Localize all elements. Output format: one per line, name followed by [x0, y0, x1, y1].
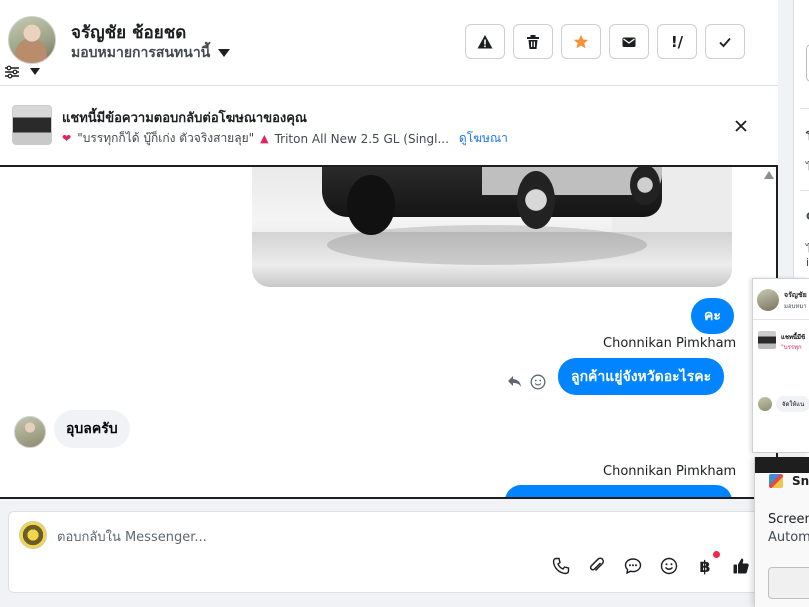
- smiley-icon: [660, 557, 678, 575]
- notification-action-button[interactable]: [768, 567, 809, 599]
- contact-avatar[interactable]: [8, 16, 56, 64]
- conversation-header: จรัญชัย ช้อยชด มอบหมายการสนทนานี้ !/: [0, 0, 778, 86]
- snipping-tool-icon: [769, 474, 783, 488]
- ad-thumbnail[interactable]: [12, 105, 52, 145]
- heart-icon: ❤: [62, 132, 72, 145]
- car-icon: ▲: [260, 132, 269, 145]
- sender-name: Chonnikan Pimkham: [603, 336, 737, 351]
- envelope-icon: [622, 37, 636, 47]
- outgoing-message-partial[interactable]: [505, 485, 732, 497]
- like-button[interactable]: [732, 557, 750, 575]
- chat-bubble-icon: [624, 558, 642, 575]
- mini-assign-label: มอบหมา: [784, 303, 807, 310]
- mark-done-button[interactable]: [705, 24, 745, 59]
- ad-car-text: Triton All New 2.5 GL (Singl...: [274, 131, 449, 146]
- mini-chat-window[interactable]: จรัญชัย ช้ มอบหมา แชทนี้มีข้ "บรรทุก จัด…: [752, 278, 809, 453]
- mini-message-avatar: [758, 397, 772, 411]
- emoji-reaction-icon[interactable]: [530, 374, 546, 390]
- contact-avatar-small[interactable]: [14, 416, 46, 448]
- page-avatar: [19, 521, 47, 549]
- incoming-message[interactable]: อุบลครับ: [54, 410, 130, 448]
- star-icon: [573, 34, 589, 48]
- mini-contact-avatar: [757, 289, 779, 311]
- composer-area: ตอบกลับใน Messenger... ฿: [0, 499, 778, 607]
- outgoing-message[interactable]: คะ: [691, 298, 734, 334]
- mini-ad-thumbnail: [758, 331, 776, 349]
- mini-incoming-message: จัดให้แน: [776, 396, 809, 412]
- ad-reply-banner: แชทนี้มีข้อความตอบกลับต่อโฆษณาของคุณ ❤ "…: [0, 87, 778, 165]
- ad-banner-title: แชทนี้มีข้อความตอบกลับต่อโฆษณาของคุณ: [62, 111, 307, 126]
- emoji-button[interactable]: [660, 557, 678, 575]
- payment-button[interactable]: ฿: [696, 551, 720, 576]
- thumbs-up-icon: [733, 558, 749, 574]
- notification-title: Screen: [768, 512, 809, 527]
- assign-conversation-dropdown[interactable]: มอบหมายการสนทนานี้: [71, 42, 231, 64]
- chevron-down-icon: [218, 49, 231, 57]
- reply-composer[interactable]: ตอบกลับใน Messenger... ฿: [8, 511, 776, 593]
- mini-contact-name: จรัญชัย ช้: [784, 291, 809, 299]
- snipping-tool-notification[interactable]: Sni Screen Autom: [754, 457, 809, 607]
- mini-ad-title: แชทนี้มีข้: [781, 334, 806, 341]
- notification-app-name: Sni: [792, 474, 809, 488]
- contact-details-panel: โ ไ C ไ i: [793, 0, 809, 278]
- message-thread[interactable]: คะ Chonnikan Pimkham ลูกค้าแยู่จังหวัดอะ…: [0, 165, 778, 499]
- star-button[interactable]: [561, 24, 601, 59]
- trash-icon: [527, 34, 539, 49]
- mini-ad-quote: "บรรทุก: [781, 344, 802, 351]
- sender-name: Chonnikan Pimkham: [603, 464, 737, 479]
- car-photo-attachment[interactable]: [252, 167, 732, 287]
- outgoing-message[interactable]: ลูกค้าแยู่จังหวัดอะไรคะ: [558, 358, 725, 395]
- filter-sliders-icon[interactable]: [4, 64, 20, 80]
- ad-quote: "บรรทุกก็ได้ บู๊ก็เก่ง ตัวจริงสายลุย": [77, 131, 255, 145]
- check-icon: [719, 37, 731, 47]
- ad-banner-subtitle: ❤ "บรรทุกก็ได้ บู๊ก็เก่ง ตัวจริงสายลุย" …: [62, 129, 508, 148]
- alert-icon: [477, 34, 493, 48]
- attach-button[interactable]: [588, 557, 606, 575]
- follow-up-button[interactable]: !/: [657, 24, 697, 59]
- paperclip-icon: [589, 557, 604, 572]
- scroll-up-arrow-icon[interactable]: [764, 171, 774, 179]
- assign-label: มอบหมายการสนทนานี้: [71, 45, 211, 61]
- header-toolbar: !/: [465, 24, 745, 59]
- message-input[interactable]: ตอบกลับใน Messenger...: [57, 526, 207, 547]
- phone-icon: [552, 557, 570, 575]
- reply-icon[interactable]: [507, 375, 522, 388]
- composer-toolbar: ฿: [552, 551, 750, 576]
- notification-dot: [713, 551, 720, 558]
- call-button[interactable]: [552, 557, 570, 575]
- filter-dropdown-caret-icon[interactable]: [30, 68, 40, 75]
- spam-button[interactable]: [465, 24, 505, 59]
- mark-unread-button[interactable]: [609, 24, 649, 59]
- view-ad-link[interactable]: ดูโฆษณา: [459, 129, 508, 148]
- baht-icon: ฿: [699, 556, 711, 576]
- saved-replies-button[interactable]: [624, 557, 642, 575]
- follow-up-icon: !/: [670, 32, 684, 51]
- delete-button[interactable]: [513, 24, 553, 59]
- close-icon[interactable]: [732, 117, 750, 135]
- notification-body: Autom: [768, 530, 809, 545]
